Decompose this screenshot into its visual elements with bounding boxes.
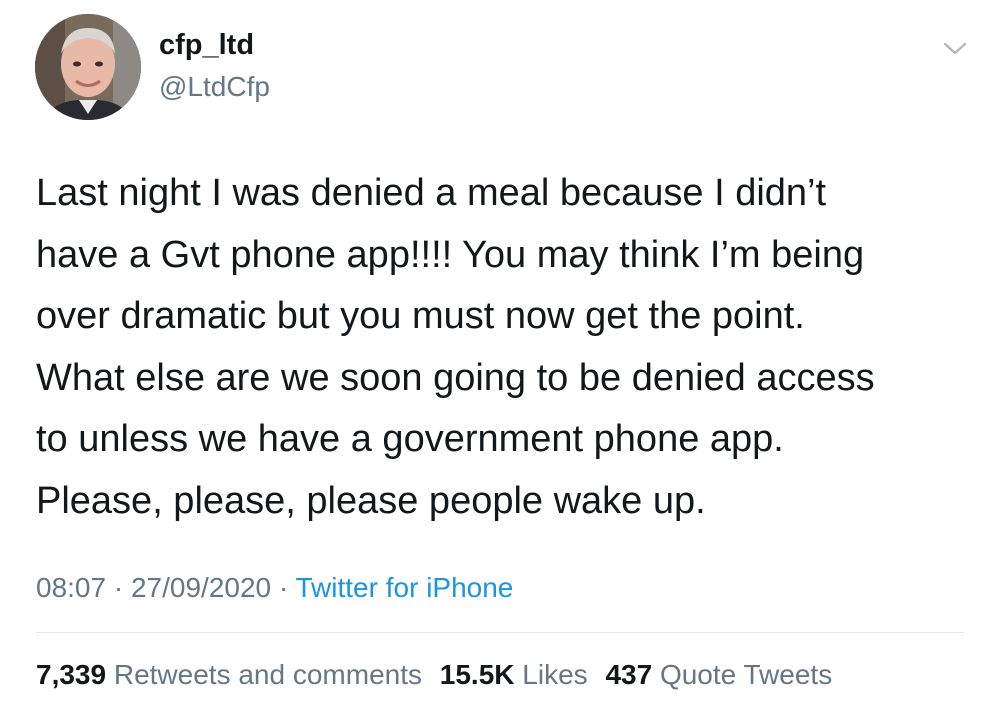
user-handle[interactable]: @LtdCfp [159, 70, 270, 104]
divider [36, 632, 964, 633]
tweet-text-line: Please, please, please people wake up. [36, 479, 706, 522]
meta-separator: · [113, 572, 124, 603]
tweet-source-link[interactable]: Twitter for iPhone [296, 572, 514, 603]
avatar-photo [35, 14, 141, 120]
likes-label: Likes [522, 659, 588, 690]
tweet-time[interactable]: 08:07 [36, 572, 106, 603]
likes-count: 15.5K [439, 659, 515, 690]
meta-separator: · [278, 572, 289, 603]
tweet-card: cfp_ltd @LtdCfp Last night I was denied … [0, 0, 1000, 706]
retweets-stat[interactable]: 7,339 Retweets and comments [36, 659, 422, 690]
quote-tweets-stat[interactable]: 437 Quote Tweets [605, 659, 832, 690]
tweet-text-line: over dramatic but you must now get the p… [36, 295, 805, 337]
quotes-count: 437 [605, 659, 653, 690]
tweet-text-line: have a Gvt phone app!!!! You may think I… [36, 233, 865, 276]
user-avatar[interactable] [35, 14, 141, 120]
tweet-metadata: 08:07 · 27/09/2020 · Twitter for iPhone [36, 571, 513, 605]
tweet-text-line: What else are we soon going to be denied… [36, 356, 875, 399]
tweet-stats: 7,339 Retweets and comments 15.5K Likes … [36, 658, 832, 692]
display-name[interactable]: cfp_ltd [159, 28, 254, 62]
quotes-label: Quote Tweets [659, 659, 833, 690]
tweet-text: Last night I was denied a meal because I… [36, 163, 976, 532]
retweets-label: Retweets and comments [113, 659, 422, 690]
chevron-down-icon[interactable] [940, 36, 970, 60]
tweet-date[interactable]: 27/09/2020 [131, 572, 271, 603]
tweet-text-line: to unless we have a government phone app… [36, 418, 784, 460]
likes-stat[interactable]: 15.5K Likes [440, 659, 588, 690]
retweets-count: 7,339 [36, 659, 107, 690]
tweet-text-line: Last night I was denied a meal because I… [36, 172, 827, 214]
